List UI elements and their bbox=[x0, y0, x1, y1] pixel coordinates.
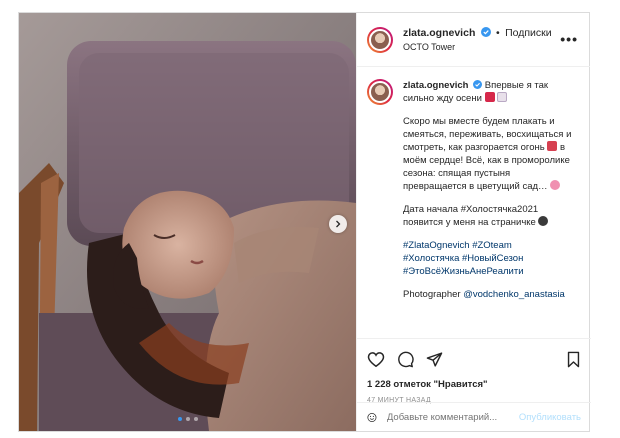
hashtag-link[interactable]: #ЭтоВсёЖизньАнеРеалити bbox=[403, 266, 524, 277]
post-header: zlata.ognevich • Подписки OCTO Tower ••• bbox=[357, 13, 590, 67]
avatar[interactable] bbox=[367, 26, 393, 53]
likes-text: отметок "Нравится" bbox=[393, 379, 488, 390]
flower-emoji-icon bbox=[550, 180, 561, 190]
caption-avatar[interactable] bbox=[367, 79, 393, 105]
comment-input[interactable] bbox=[386, 412, 519, 423]
share-paper-plane-icon[interactable] bbox=[426, 351, 443, 368]
carousel-dot bbox=[185, 417, 190, 421]
shopping-bag-emoji-icon bbox=[497, 92, 508, 102]
verified-badge-icon bbox=[473, 80, 483, 89]
caption-paragraph-2: Дата начала #Холостячка2021 появится у м… bbox=[403, 204, 539, 228]
username-link[interactable]: zlata.ognevich bbox=[403, 27, 475, 39]
photographer-link[interactable]: @vodchenko_anastasia bbox=[463, 289, 565, 300]
like-heart-icon[interactable] bbox=[367, 351, 385, 368]
post-side-panel: zlata.ognevich • Подписки OCTO Tower •••… bbox=[356, 13, 591, 432]
hashtag-link[interactable]: #Холостячка bbox=[403, 253, 459, 264]
likes-count[interactable]: 1 228 отметок "Нравится" bbox=[367, 379, 581, 390]
next-photo-button[interactable] bbox=[329, 215, 347, 233]
hashtag-link[interactable]: #ZOteam bbox=[472, 240, 512, 251]
more-options-icon[interactable]: ••• bbox=[560, 31, 578, 47]
dot-separator: • bbox=[496, 27, 500, 39]
post-photo[interactable] bbox=[19, 13, 356, 431]
love-letter-emoji-icon bbox=[484, 92, 495, 102]
post-caption: zlata.ognevich Впервые я так сильно жду … bbox=[357, 67, 590, 330]
following-button[interactable]: Подписки bbox=[505, 27, 552, 39]
publish-button[interactable]: Опубликовать bbox=[519, 412, 581, 423]
likes-number: 1 228 bbox=[367, 379, 391, 390]
flower-black-emoji-icon bbox=[538, 216, 549, 226]
chevron-right-icon bbox=[336, 220, 341, 228]
caption-username-link[interactable]: zlata.ognevich bbox=[403, 80, 468, 91]
carousel-dot bbox=[177, 417, 182, 421]
comment-bar: Опубликовать bbox=[357, 402, 591, 432]
emoji-smiley-icon[interactable] bbox=[367, 409, 377, 426]
hashtag-link[interactable]: #ZlataOgnevich bbox=[403, 240, 470, 251]
location-link[interactable]: OCTO Tower bbox=[403, 40, 552, 54]
fire-extinguisher-emoji-icon bbox=[547, 141, 558, 151]
carousel-dots bbox=[19, 417, 356, 421]
photographer-label: Photographer bbox=[403, 289, 461, 300]
caption-paragraph-1: Скоро мы вместе будем плакать и смеяться… bbox=[403, 116, 572, 153]
verified-badge-icon bbox=[480, 27, 491, 37]
post-actions: 1 228 отметок "Нравится" 47 МИНУТ НАЗАД bbox=[357, 338, 591, 404]
carousel-dot bbox=[193, 417, 198, 421]
save-bookmark-icon[interactable] bbox=[566, 351, 581, 368]
photo-illustration bbox=[19, 13, 356, 431]
hashtag-link[interactable]: #НовыйСезон bbox=[462, 253, 523, 264]
comment-bubble-icon[interactable] bbox=[397, 351, 414, 368]
instagram-post: zlata.ognevich • Подписки OCTO Tower •••… bbox=[18, 12, 591, 432]
